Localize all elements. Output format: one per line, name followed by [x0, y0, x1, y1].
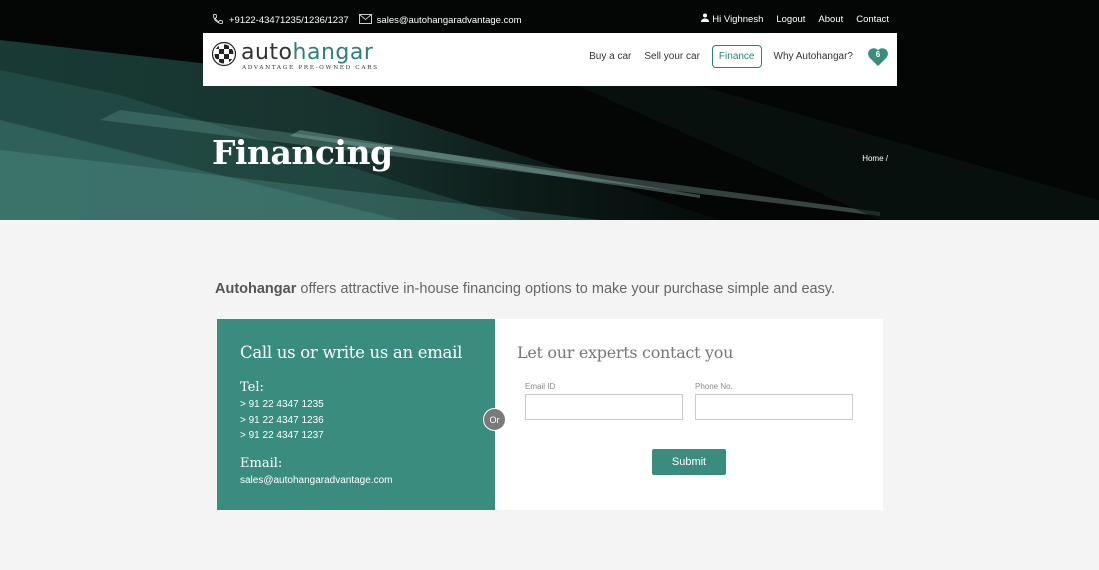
- user-icon: [701, 13, 710, 25]
- main-navbar: autohangar ADVANTAGE PRE-OWNED CARS Buy …: [203, 33, 897, 86]
- main-menu: Buy a car Sell your car Finance Why Auto…: [589, 45, 889, 68]
- logo-tagline: ADVANTAGE PRE-OWNED CARS: [242, 65, 379, 71]
- contact-link[interactable]: Contact: [856, 14, 889, 25]
- tel-label: Tel:: [240, 380, 264, 395]
- contact-card-heading: Call us or write us an email: [240, 343, 463, 362]
- nav-buy-a-car[interactable]: Buy a car: [589, 45, 631, 68]
- phone-field[interactable]: [695, 394, 853, 420]
- top-email[interactable]: sales@autohangaradvantage.com: [377, 15, 522, 26]
- hero-banner: +9122-43471235/1236/1237 sales@autohanga…: [0, 0, 1099, 220]
- top-phone-number[interactable]: +9122-43471235/1236/1237: [229, 15, 349, 26]
- logout-link[interactable]: Logout: [776, 14, 805, 25]
- phone-field-group: Phone No.: [695, 382, 853, 420]
- phone-line-2[interactable]: > 91 22 4347 1236: [240, 413, 472, 429]
- phone-icon: [212, 13, 224, 28]
- favorites-button[interactable]: 6: [867, 47, 889, 67]
- phone-line-1[interactable]: > 91 22 4347 1235: [240, 397, 472, 413]
- intro-body: offers attractive in-house financing opt…: [296, 281, 836, 297]
- contact-info-card: Call us or write us an email Tel: > 91 2…: [217, 319, 495, 510]
- or-divider-badge: Or: [483, 408, 506, 431]
- nav-finance[interactable]: Finance: [711, 45, 762, 68]
- contact-email[interactable]: sales@autohangaradvantage.com: [240, 473, 472, 489]
- intro-brand: Autohangar: [215, 281, 297, 297]
- mail-icon: [358, 14, 372, 27]
- page-title: Financing: [212, 133, 393, 172]
- checkered-flag-logo-icon: [211, 41, 237, 71]
- email-label: Email:: [240, 455, 283, 471]
- form-heading: Let our experts contact you: [517, 343, 734, 362]
- logo-word-auto: auto: [241, 40, 293, 65]
- phone-line-3[interactable]: > 91 22 4347 1237: [240, 428, 472, 444]
- callback-form-card: Let our experts contact you Email ID Pho…: [495, 319, 883, 510]
- intro-text: Autohangar offers attractive in-house fi…: [215, 281, 835, 297]
- logo-word-hangar: hangar: [292, 40, 374, 65]
- about-link[interactable]: About: [818, 14, 843, 25]
- user-menu[interactable]: Hi Vighnesh: [701, 13, 763, 25]
- favorites-count: 6: [875, 49, 881, 59]
- email-field-label: Email ID: [525, 382, 556, 391]
- submit-button[interactable]: Submit: [652, 449, 726, 475]
- user-greeting: Hi Vighnesh: [712, 13, 764, 25]
- autohangar-logo[interactable]: autohangar ADVANTAGE PRE-OWNED CARS: [211, 40, 379, 71]
- email-field[interactable]: [525, 394, 683, 420]
- email-field-group: Email ID: [525, 382, 683, 420]
- phone-field-label: Phone No.: [695, 382, 733, 391]
- nav-sell-your-car[interactable]: Sell your car: [644, 45, 700, 68]
- top-bar: +9122-43471235/1236/1237 sales@autohanga…: [0, 0, 1099, 33]
- nav-why-autohangar[interactable]: Why Autohangar?: [774, 45, 854, 68]
- breadcrumb[interactable]: Home /: [862, 154, 888, 163]
